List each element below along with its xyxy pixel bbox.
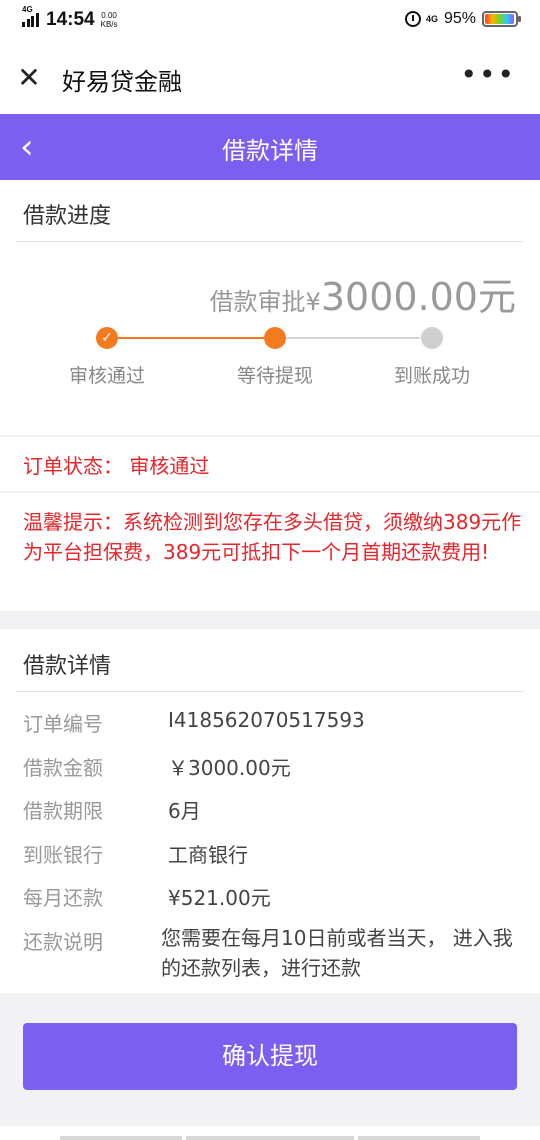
webview-title-bar: ✕ 好易贷金融 ••• <box>0 42 540 114</box>
status-right: 4G 95% <box>404 10 521 28</box>
net-speed-unit: KB/s <box>100 20 118 29</box>
order-status-card: 订单状态： 审核通过 <box>0 437 540 491</box>
bank-value: 工商银行 <box>168 843 248 867</box>
order-status: 订单状态： 审核通过 <box>23 454 210 478</box>
step-dot-done: ✓ <box>96 327 118 349</box>
clock: 14:54 <box>46 9 95 30</box>
monthly-payment-value: ¥521.00元 <box>168 886 271 910</box>
loan-amount-value: ￥3000.00元 <box>168 756 291 780</box>
step-label-approved: 审核通过 <box>68 365 145 387</box>
step-connector-done <box>118 337 264 339</box>
loan-amount-label: 借款金额 <box>23 756 103 780</box>
net-speed: 0.00 KB/s <box>101 11 118 29</box>
details-section-title: 借款详情 <box>23 654 112 679</box>
network-type: 4G <box>22 5 33 14</box>
signal-icon: 4G <box>22 5 40 27</box>
order-number-value: I418562070517593 <box>168 708 365 732</box>
warning-notice: 温馨提示：系统检测到您存在多头借贷，须缴纳389元作为平台担保费，389元可抵扣… <box>23 510 522 564</box>
app-title: 好易贷金融 <box>62 68 182 96</box>
step-dot-active <box>264 327 286 349</box>
confirm-withdrawal-button[interactable]: 确认提现 <box>23 1023 517 1090</box>
progress-steps: ✓ 审核通过 等待提现 到账成功 <box>0 327 540 387</box>
progress-section-title: 借款进度 <box>23 204 112 229</box>
monthly-payment-label: 每月还款 <box>23 886 103 910</box>
divider <box>16 241 524 242</box>
step-connector-todo <box>286 337 420 339</box>
close-icon[interactable]: ✕ <box>14 63 44 93</box>
loan-term-value: 6月 <box>168 799 201 823</box>
approval-amount-label: 借款审批¥ <box>209 288 321 316</box>
repayment-note-label: 还款说明 <box>23 930 103 954</box>
bottom-strip <box>0 1126 540 1140</box>
repayment-note-value: 您需要在每月10日前或者当天， 进入我的还款列表，进行还款 <box>161 926 513 980</box>
battery-percent: 95% <box>443 10 476 27</box>
status-left: 4G 14:54 0.00 KB/s <box>22 5 118 31</box>
loan-progress-card: 借款进度 借款审批¥3000.00元 ✓ 审核通过 等待提现 到账成功 <box>0 180 540 435</box>
status-bar: 4G 14:54 0.00 KB/s 4G 95% <box>0 0 540 42</box>
more-icon[interactable]: ••• <box>460 58 516 91</box>
notice-card: 温馨提示：系统检测到您存在多头借贷，须缴纳389元作为平台担保费，389元可抵扣… <box>0 493 540 611</box>
loan-term-label: 借款期限 <box>23 799 103 823</box>
loan-details-card: 借款详情 订单编号 I418562070517593 借款金额 ￥3000.00… <box>0 629 540 993</box>
battery-icon <box>482 11 521 27</box>
alarm-icon <box>404 11 421 27</box>
net-speed-value: 0.00 <box>101 11 117 20</box>
page-header: ‹ 借款详情 <box>0 114 540 180</box>
approval-amount-value: 3000.00 <box>320 275 478 319</box>
bank-label: 到账银行 <box>23 843 103 867</box>
order-number-label: 订单编号 <box>23 712 103 736</box>
approval-amount-unit: 元 <box>477 275 516 319</box>
step-label-awaiting-withdrawal: 等待提现 <box>236 365 313 387</box>
page-title: 借款详情 <box>222 137 318 165</box>
divider <box>16 691 524 692</box>
network-type-2: 4G <box>425 14 438 24</box>
step-label-arrived: 到账成功 <box>393 365 470 387</box>
approval-amount: 借款审批¥3000.00元 <box>210 266 516 321</box>
step-dot-pending <box>421 327 443 349</box>
